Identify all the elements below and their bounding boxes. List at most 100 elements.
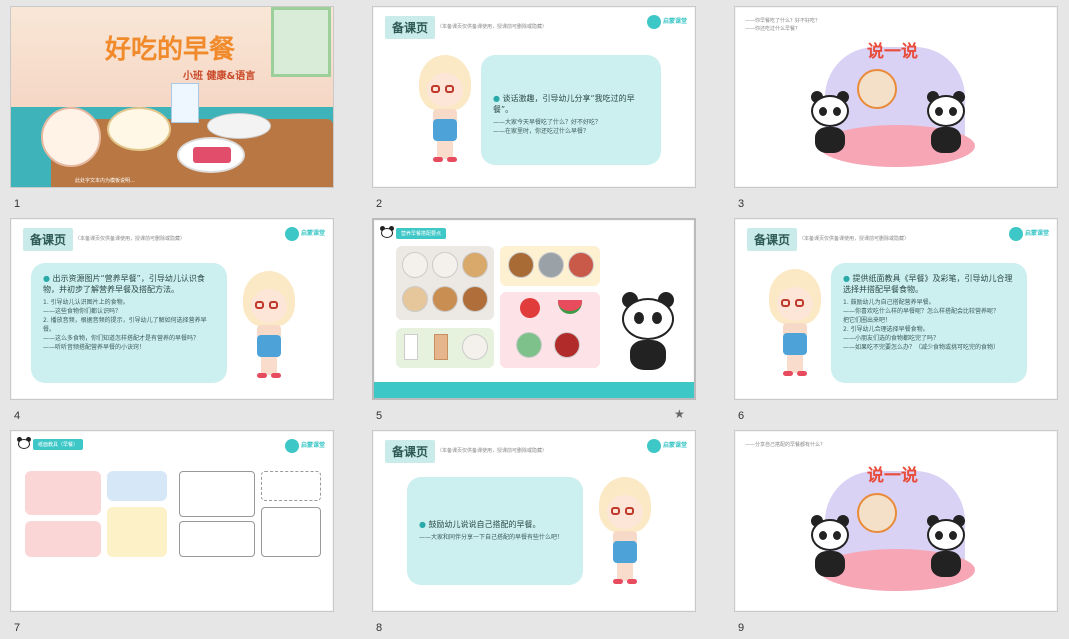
bubble-line: ——你喜欢吃什么样的早餐呢？怎么样搭配会比较营养呢？: [843, 308, 1000, 315]
bubble-heading: 鼓励幼儿说说自己搭配的早餐。: [419, 519, 571, 530]
food-plate: [462, 286, 488, 312]
slide-9-number: 9: [738, 622, 745, 634]
cucumber-plate: [516, 332, 542, 358]
slide-1-footnote: 此处字文本内为模板说明...: [75, 178, 135, 184]
slide-4-bubble: 出示资源图片“营养早餐”，引导幼儿认识食物，并初步了解营养早餐及搭配方法。 1.…: [31, 263, 227, 383]
food-plate: [462, 252, 488, 278]
logo-icon: [285, 227, 299, 241]
food-plate: [432, 252, 458, 278]
lineart-card-staples: [179, 471, 255, 517]
logo-icon: [1009, 227, 1023, 241]
logo-icon: [285, 439, 299, 453]
lineart-card-fruit: [261, 507, 321, 557]
bubble-line: ——大家今天早餐吃了什么？好不好吃？: [493, 119, 602, 126]
bubble-line: ——大家和同伴分享一下自己搭配的早餐有些什么吧！: [419, 534, 564, 541]
slide-5-floor: [374, 382, 694, 398]
slide-9-thumbnail[interactable]: ——分享自己搭配的早餐都有什么？ 说一说: [734, 430, 1058, 612]
color-card-protein: [107, 471, 167, 501]
bubble-line: ——在家里时，你还吃过什么早餐？: [493, 128, 590, 135]
egg-plate: [508, 252, 534, 278]
slide-2-tag: 备课页: [385, 16, 436, 39]
slide-1-subtitle: 小班 健康&语言: [183, 71, 256, 82]
bubble-line: ——这么多食物，你们知道怎样搭配才是有营养的早餐吗？: [43, 335, 200, 342]
bubble-line: 1. 鼓励幼儿为自己搭配营养早餐。: [843, 299, 935, 306]
slide-4-tag: 备课页: [23, 228, 74, 251]
slide-3-thumbnail[interactable]: ——你早餐吃了什么？好不好吃？ ——你还吃过什么早餐？ 说一说: [734, 6, 1058, 188]
slide-8-tagnote: （本备课页仅供备课使用，授课前可删除或隐藏）: [437, 448, 548, 454]
bubble-heading: 提供纸面教具《早餐》及彩笔，引导幼儿合理选择并搭配早餐食物。: [843, 273, 1015, 295]
slide-8-tag: 备课页: [385, 440, 436, 463]
slide-1-number: 1: [14, 198, 21, 210]
logo-icon: [647, 439, 661, 453]
panda-small-icon: [17, 437, 31, 449]
panda-left: [807, 89, 853, 155]
noodle-plate: [107, 107, 171, 151]
panda-right: [923, 513, 969, 579]
milk-carton: [171, 83, 199, 123]
girl-character: [763, 269, 827, 389]
tea-cup: [434, 334, 448, 360]
slide-2-tagnote: （本备课页仅供备课使用，授课前可删除或隐藏）: [437, 24, 548, 30]
slide-5-number: 5: [376, 410, 383, 422]
slide-6-number: 6: [738, 410, 745, 422]
color-card-fruit: [107, 507, 167, 557]
slide-5-tag: 营养早餐搭配要点: [396, 228, 447, 239]
color-card-dairy: [25, 521, 101, 557]
slide-2-number: 2: [376, 198, 383, 210]
animation-star-icon: ★: [674, 407, 685, 421]
milk-glass: [404, 334, 418, 360]
food-plate: [402, 286, 428, 312]
slide-3-note: ——你还吃过什么早餐？: [745, 26, 801, 32]
logo-text: 启蒙课堂: [301, 230, 326, 237]
girl-character: [593, 477, 657, 597]
slide-6-thumbnail[interactable]: 备课页 （本备课页仅供备课使用，授课前可删除或隐藏） 启蒙课堂 提供纸面教具《早…: [734, 218, 1058, 400]
slide-3-note: ——你早餐吃了什么？好不好吃？: [745, 18, 821, 24]
slide-9-title: 说一说: [867, 466, 918, 485]
slide-3-title: 说一说: [867, 42, 918, 61]
slide-7-number: 7: [14, 622, 21, 634]
slide-1-thumbnail[interactable]: 好吃的早餐 小班 健康&语言 此处字文本内为模板说明...: [10, 6, 334, 188]
panda-right: [923, 89, 969, 155]
logo-text: 启蒙课堂: [663, 442, 688, 449]
sushi-plate: [207, 113, 271, 139]
slide-6-tag: 备课页: [747, 228, 798, 251]
slide-8-bubble: 鼓励幼儿说说自己搭配的早餐。 ——大家和同伴分享一下自己搭配的早餐有些什么吧！: [407, 477, 583, 585]
slide-7-thumbnail[interactable]: 纸面教具（早餐） 启蒙课堂: [10, 430, 334, 612]
window-decoration: [271, 7, 331, 77]
bubble-line: 2. 引导幼儿合理选择早餐食物。: [843, 326, 929, 333]
panda-small-icon: [380, 226, 394, 238]
cake-stand: [41, 107, 101, 167]
slide-5-thumbnail[interactable]: 营养早餐搭配要点: [372, 218, 696, 400]
watermelon-plate: [177, 137, 245, 173]
slide-2-thumbnail[interactable]: 备课页 （本备课页仅供备课使用，授课前可删除或隐藏） 启蒙课堂 谈话激趣，引导幼…: [372, 6, 696, 188]
lineart-card-dairy: [179, 521, 255, 557]
food-group-fruit: [500, 292, 600, 368]
porridge-bowl: [462, 334, 488, 360]
slide-8-thumbnail[interactable]: 备课页 （本备课页仅供备课使用，授课前可删除或隐藏） 启蒙课堂 鼓励幼儿说说自己…: [372, 430, 696, 612]
logo-text: 启蒙课堂: [301, 442, 326, 449]
girl-character: [237, 271, 301, 391]
bubble-line: ——如果吃不完要怎么办？（减少食物或挑可吃完的食物）: [843, 344, 1000, 351]
slide-4-number: 4: [14, 410, 21, 422]
bubble-heading: 谈话激趣，引导幼儿分享“我吃过的早餐”。: [493, 93, 649, 115]
slide-6-bubble: 提供纸面教具《早餐》及彩笔，引导幼儿合理选择并搭配早餐食物。 1. 鼓励幼儿为自…: [831, 263, 1027, 383]
slide-4-tagnote: （本备课页仅供备课使用，授课前可删除或隐藏）: [75, 236, 186, 242]
panda-left: [807, 513, 853, 579]
panda-character: [618, 290, 678, 372]
cat-character: [857, 493, 897, 533]
bubble-line: 把它们圈出来吧！: [843, 317, 892, 324]
lineart-card-protein: [261, 471, 321, 501]
logo-text: 启蒙课堂: [1025, 230, 1050, 237]
bubble-line: 1. 引导幼儿认识图片上的食物。: [43, 299, 129, 306]
slide-4-thumbnail[interactable]: 备课页 （本备课页仅供备课使用，授课前可删除或隐藏） 启蒙课堂 出示资源图片“营…: [10, 218, 334, 400]
egg-plate: [538, 252, 564, 278]
girl-character: [413, 55, 477, 175]
bubble-heading: 出示资源图片“营养早餐”，引导幼儿认识食物，并初步了解营养早餐及搭配方法。: [43, 273, 215, 295]
color-card-staples: [25, 471, 101, 515]
logo-icon: [647, 15, 661, 29]
food-plate: [402, 252, 428, 278]
berry-plate: [554, 332, 580, 358]
bubble-line: 2. 播放音频，根据音频的提示，引导幼儿了解如何选择营养早餐。: [43, 317, 207, 333]
slide-2-bubble: 谈话激趣，引导幼儿分享“我吃过的早餐”。 ——大家今天早餐吃了什么？好不好吃？ …: [481, 55, 661, 165]
slide-3-number: 3: [738, 198, 745, 210]
